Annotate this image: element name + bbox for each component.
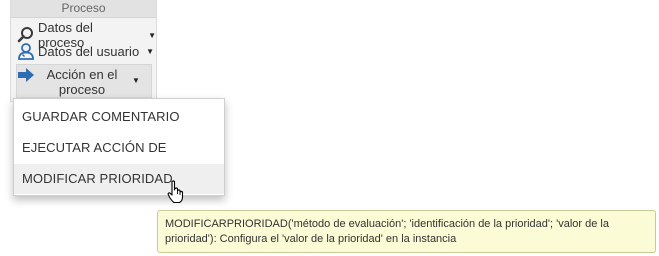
panel-title: Proceso <box>11 0 156 18</box>
menu-item-modify-priority[interactable]: MODIFICAR PRIORIDAD <box>14 164 224 194</box>
process-action-button[interactable]: Acción en el proceso ▼ <box>16 64 152 98</box>
user-data-label: Datos del usuario <box>38 43 140 59</box>
menu-item-execute-activity-action[interactable]: EJECUTAR ACCIÓN DE ACTIVIDAD <box>14 133 224 185</box>
function-tooltip: MODIFICARPRIORIDAD('método de evaluación… <box>157 210 656 253</box>
user-data-button[interactable]: Datos del usuario ▼ <box>17 42 154 60</box>
arrow-right-icon <box>17 66 35 84</box>
process-action-label: Acción en el proceso <box>46 67 118 97</box>
hand-cursor-icon <box>167 180 185 204</box>
process-panel: Proceso Datos del proceso ▼ Datos del us… <box>10 0 157 102</box>
menu-item-save-comment[interactable]: GUARDAR COMENTARIO <box>14 102 224 132</box>
chevron-down-icon: ▼ <box>148 30 156 40</box>
chevron-down-icon: ▼ <box>132 76 140 85</box>
action-dropdown-menu: GUARDAR COMENTARIO EJECUTAR ACCIÓN DE AC… <box>13 98 225 196</box>
chevron-down-icon: ▼ <box>146 46 155 56</box>
user-icon <box>17 42 35 60</box>
